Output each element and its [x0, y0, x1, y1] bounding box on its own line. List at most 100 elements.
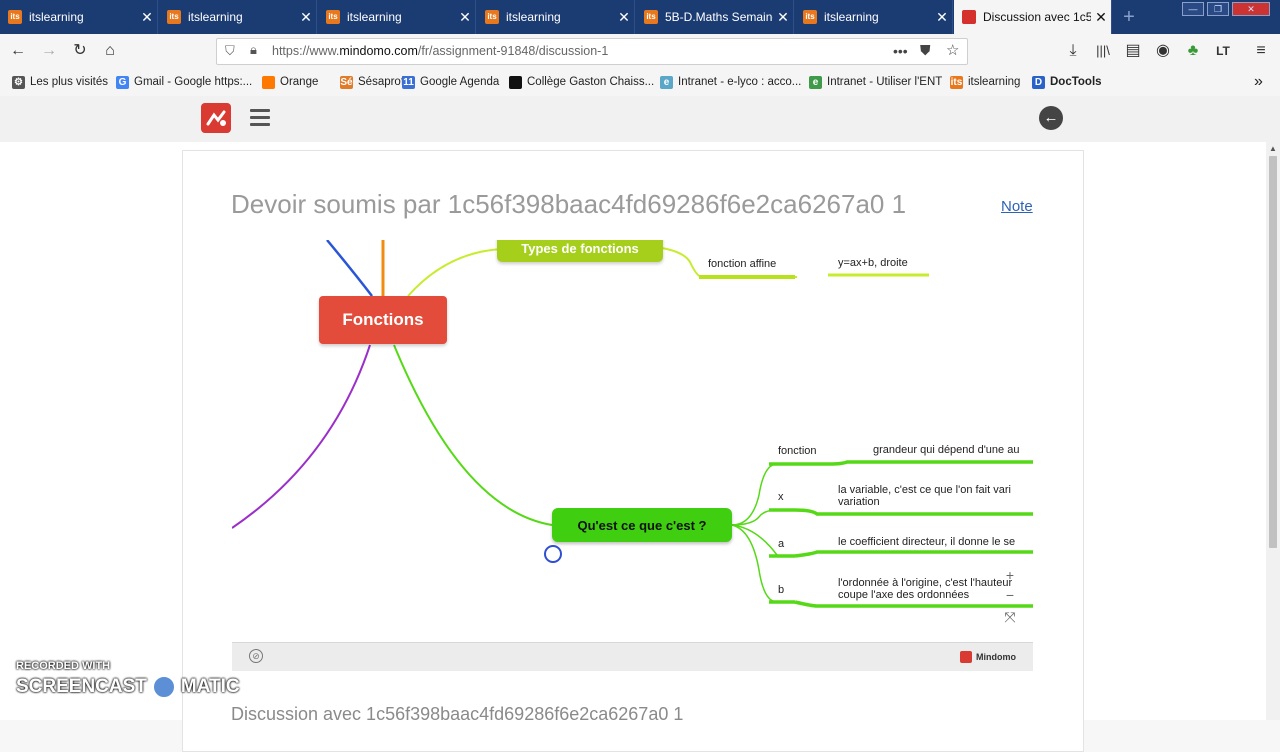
bookmark-label: Gmail - Google https:...: [134, 76, 253, 88]
bookmark-10[interactable]: D DocTools: [1032, 74, 1102, 90]
bookmark-7[interactable]: e Intranet - e-lyco : acco...: [660, 74, 801, 90]
tab-1[interactable]: its itslearning ✕: [0, 0, 158, 34]
tab-label: itslearning: [188, 10, 243, 24]
close-icon[interactable]: ✕: [455, 9, 475, 26]
pocket-icon[interactable]: ⛊: [920, 42, 931, 59]
bookmark-3[interactable]: Orange: [262, 74, 318, 90]
brand-label: Mindomo: [976, 652, 1016, 662]
back-arrow-icon[interactable]: ←: [8, 41, 28, 61]
leaf-b[interactable]: b: [778, 584, 784, 596]
leaf-affine-detail[interactable]: y=ax+b, droite: [838, 257, 908, 269]
tab-label: Discussion avec 1c5: [983, 10, 1091, 24]
leaf-x-detail[interactable]: la variable, c'est ce que l'on fait vari: [838, 484, 1011, 496]
sidebar-icon[interactable]: ▤: [1123, 41, 1143, 61]
elyco-icon: e: [660, 75, 673, 89]
translate-extension-icon[interactable]: LT: [1213, 41, 1233, 61]
maximize-button[interactable]: ❐: [1207, 2, 1229, 16]
page-actions-icon[interactable]: •••: [893, 43, 908, 59]
sesaprof-icon: Sé: [340, 75, 353, 89]
close-icon[interactable]: ✕: [1091, 9, 1111, 26]
bookmark-2[interactable]: G Gmail - Google https:...: [116, 74, 252, 90]
address-bar[interactable]: ⛉ 🔒︎ https://www.mindomo.com/fr/assignme…: [216, 38, 968, 65]
bookmark-1[interactable]: ⚙ Les plus visités: [12, 74, 108, 90]
leaf-fonction-affine[interactable]: fonction affine: [708, 258, 776, 270]
download-icon[interactable]: ⤓: [1063, 41, 1083, 61]
bookmark-9[interactable]: its itslearning: [950, 74, 1020, 90]
home-icon[interactable]: ⌂: [100, 41, 120, 61]
leaf-fonction-detail[interactable]: grandeur qui dépend d'une au: [873, 444, 1019, 456]
page-scrollbar[interactable]: ▲: [1266, 142, 1280, 720]
node-central-fonctions[interactable]: Fonctions: [319, 296, 447, 344]
bookmark-6[interactable]: Collège Gaston Chaiss...: [509, 74, 654, 90]
close-icon[interactable]: ✕: [932, 9, 952, 26]
back-circle-icon[interactable]: ←: [1039, 106, 1063, 130]
node-types-de-fonctions[interactable]: Types de fonctions: [497, 240, 663, 262]
new-tab-button[interactable]: +: [1116, 4, 1142, 30]
record-icon: [150, 674, 177, 700]
close-icon[interactable]: ✕: [773, 9, 793, 26]
url-domain: mindomo.com: [339, 44, 418, 58]
tab-2[interactable]: its itslearning ✕: [159, 0, 317, 34]
leaf-x[interactable]: x: [778, 491, 784, 503]
leaf-a[interactable]: a: [778, 538, 784, 550]
bookmark-8[interactable]: e Intranet - Utiliser l'ENT: [809, 74, 942, 90]
bookmarks-overflow-icon[interactable]: »: [1254, 73, 1263, 90]
leaf-fonction[interactable]: fonction: [778, 445, 817, 457]
forward-arrow-icon[interactable]: →: [39, 41, 59, 61]
leaf-b-detail[interactable]: l'ordonnée à l'origine, c'est l'hauteur: [838, 577, 1012, 589]
ban-icon[interactable]: ⊘: [249, 649, 263, 663]
scrollbar-thumb[interactable]: [1269, 156, 1277, 548]
itslearning-favicon: its: [950, 75, 963, 89]
scroll-up-icon[interactable]: ▲: [1266, 144, 1280, 153]
click-indicator: [544, 545, 562, 563]
leaf-x-detail-2: variation: [838, 496, 880, 508]
library-icon[interactable]: |||\: [1093, 41, 1113, 61]
tab-7-active[interactable]: Discussion avec 1c5 ✕: [954, 0, 1112, 34]
account-icon[interactable]: ◉: [1153, 41, 1173, 61]
menu-icon[interactable]: ≡: [1251, 41, 1271, 61]
node-qu-est-ce-que-c-est[interactable]: Qu'est ce que c'est ?: [552, 508, 732, 542]
page-title: Devoir soumis par 1c56f398baac4fd69286f6…: [231, 189, 907, 219]
close-icon[interactable]: ✕: [614, 9, 634, 26]
hamburger-menu-icon[interactable]: [250, 109, 270, 127]
tab-label: itslearning: [506, 10, 561, 24]
itslearning-favicon: its: [485, 10, 499, 24]
tab-4[interactable]: its itslearning ✕: [477, 0, 635, 34]
fit-to-screen-button[interactable]: ⤧: [1003, 609, 1017, 626]
purple-branch-line: [232, 344, 371, 529]
itslearning-favicon: its: [326, 10, 340, 24]
ent-icon: e: [809, 75, 822, 89]
tab-3[interactable]: its itslearning ✕: [318, 0, 476, 34]
note-link[interactable]: Note: [1001, 198, 1033, 215]
minimize-button[interactable]: —: [1182, 2, 1204, 16]
leaf-a-detail[interactable]: le coefficient directeur, il donne le se: [838, 536, 1015, 548]
mindomo-logo[interactable]: [201, 103, 231, 133]
map-footer-bar: ⊘ Mindomo: [232, 642, 1033, 671]
url-text[interactable]: https://www.mindomo.com/fr/assignment-91…: [272, 44, 608, 58]
quest-branch-line: [393, 344, 553, 526]
tab-6[interactable]: its itslearning ✕: [795, 0, 953, 34]
doctools-icon: D: [1032, 75, 1045, 89]
shield-icon[interactable]: ⛉: [225, 43, 235, 59]
zoom-out-button[interactable]: −: [1003, 587, 1017, 603]
bookmark-4[interactable]: Sé Sésaprof: [340, 74, 404, 90]
types-branch-line: [407, 248, 503, 297]
zoom-in-button[interactable]: +: [1003, 567, 1017, 583]
bookmark-label: DocTools: [1050, 76, 1102, 88]
tab-5[interactable]: its 5B-D.Maths Semaine ✕: [636, 0, 794, 34]
extension-leaf-icon[interactable]: ♣: [1183, 41, 1203, 61]
bookmark-star-icon[interactable]: ☆: [946, 41, 959, 59]
close-icon[interactable]: ✕: [137, 9, 157, 26]
close-icon[interactable]: ✕: [296, 9, 316, 26]
bookmark-label: Collège Gaston Chaiss...: [527, 76, 655, 88]
bookmark-label: Orange: [280, 76, 319, 88]
tab-label: itslearning: [29, 10, 84, 24]
watermark-line2b: MATIC: [180, 676, 240, 697]
bookmark-label: Sésaprof: [358, 76, 405, 88]
mindmap-canvas[interactable]: Types de fonctions Fonctions Qu'est ce q…: [232, 240, 1033, 642]
close-window-button[interactable]: ✕: [1232, 2, 1270, 16]
itslearning-favicon: its: [167, 10, 181, 24]
bookmark-5[interactable]: 11 Google Agenda: [402, 74, 499, 90]
lock-icon[interactable]: 🔒︎: [250, 42, 257, 58]
reload-icon[interactable]: ↻: [70, 41, 90, 61]
